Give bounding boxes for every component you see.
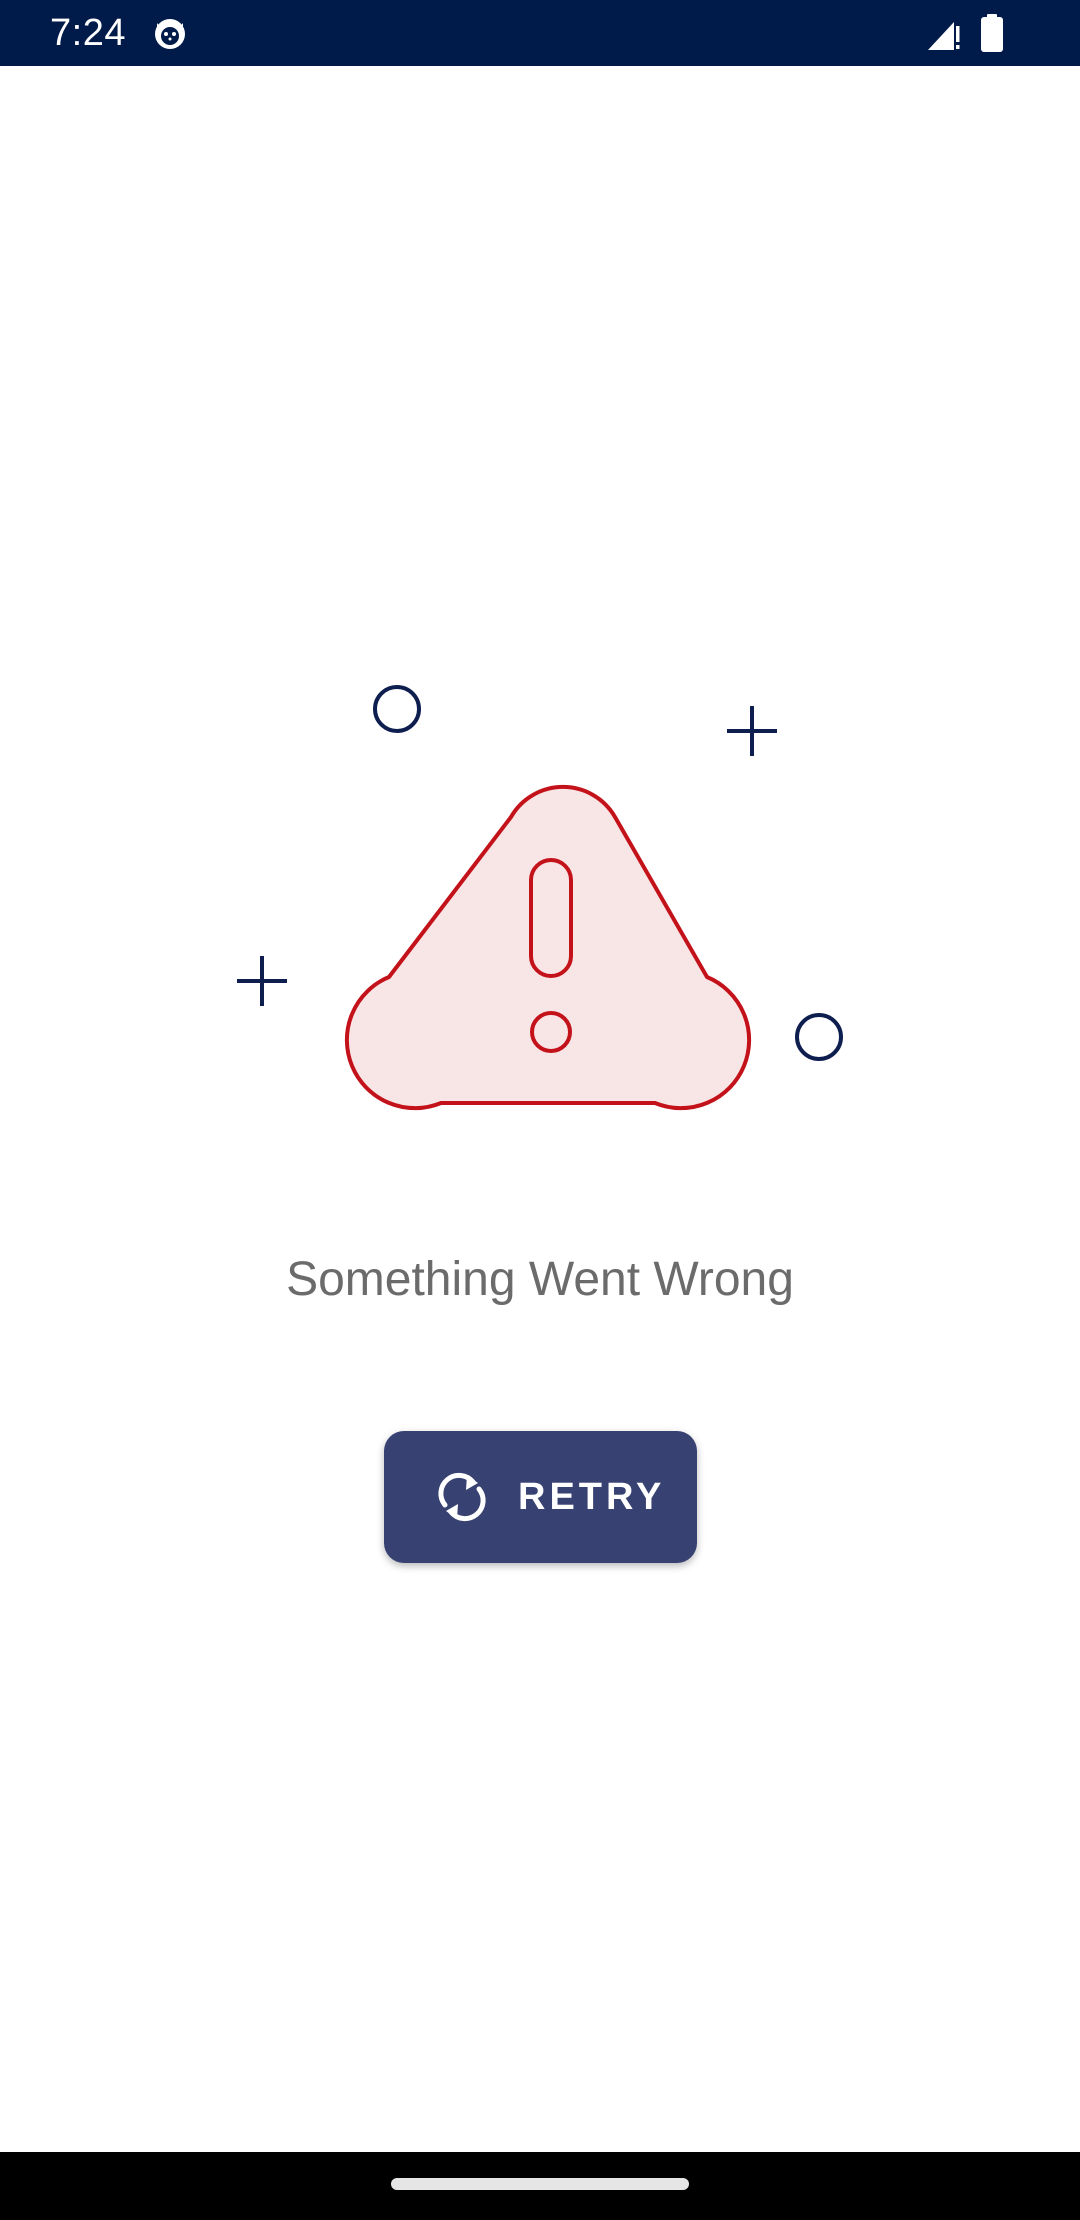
plus-icon xyxy=(237,956,287,1006)
plus-icon xyxy=(727,706,777,756)
error-message: Something Went Wrong xyxy=(286,1253,794,1306)
circle-icon xyxy=(373,685,421,733)
cellular-signal-alert-icon xyxy=(928,22,960,50)
cat-face-icon xyxy=(155,19,185,49)
status-time: 7:24 xyxy=(50,12,126,54)
circle-icon xyxy=(795,1013,843,1061)
refresh-icon xyxy=(438,1472,486,1522)
navigation-bar xyxy=(0,2152,1080,2220)
home-gesture-handle[interactable] xyxy=(391,2178,689,2190)
error-illustration xyxy=(237,685,843,1111)
battery-full-icon xyxy=(981,14,1003,52)
status-bar: 7:24 xyxy=(0,0,1080,66)
warning-triangle-icon xyxy=(344,784,752,1111)
retry-button-label: RETRY xyxy=(518,1476,666,1518)
retry-button[interactable]: RETRY xyxy=(384,1431,697,1563)
error-screen: Something Went Wrong RETRY xyxy=(0,66,1080,2152)
